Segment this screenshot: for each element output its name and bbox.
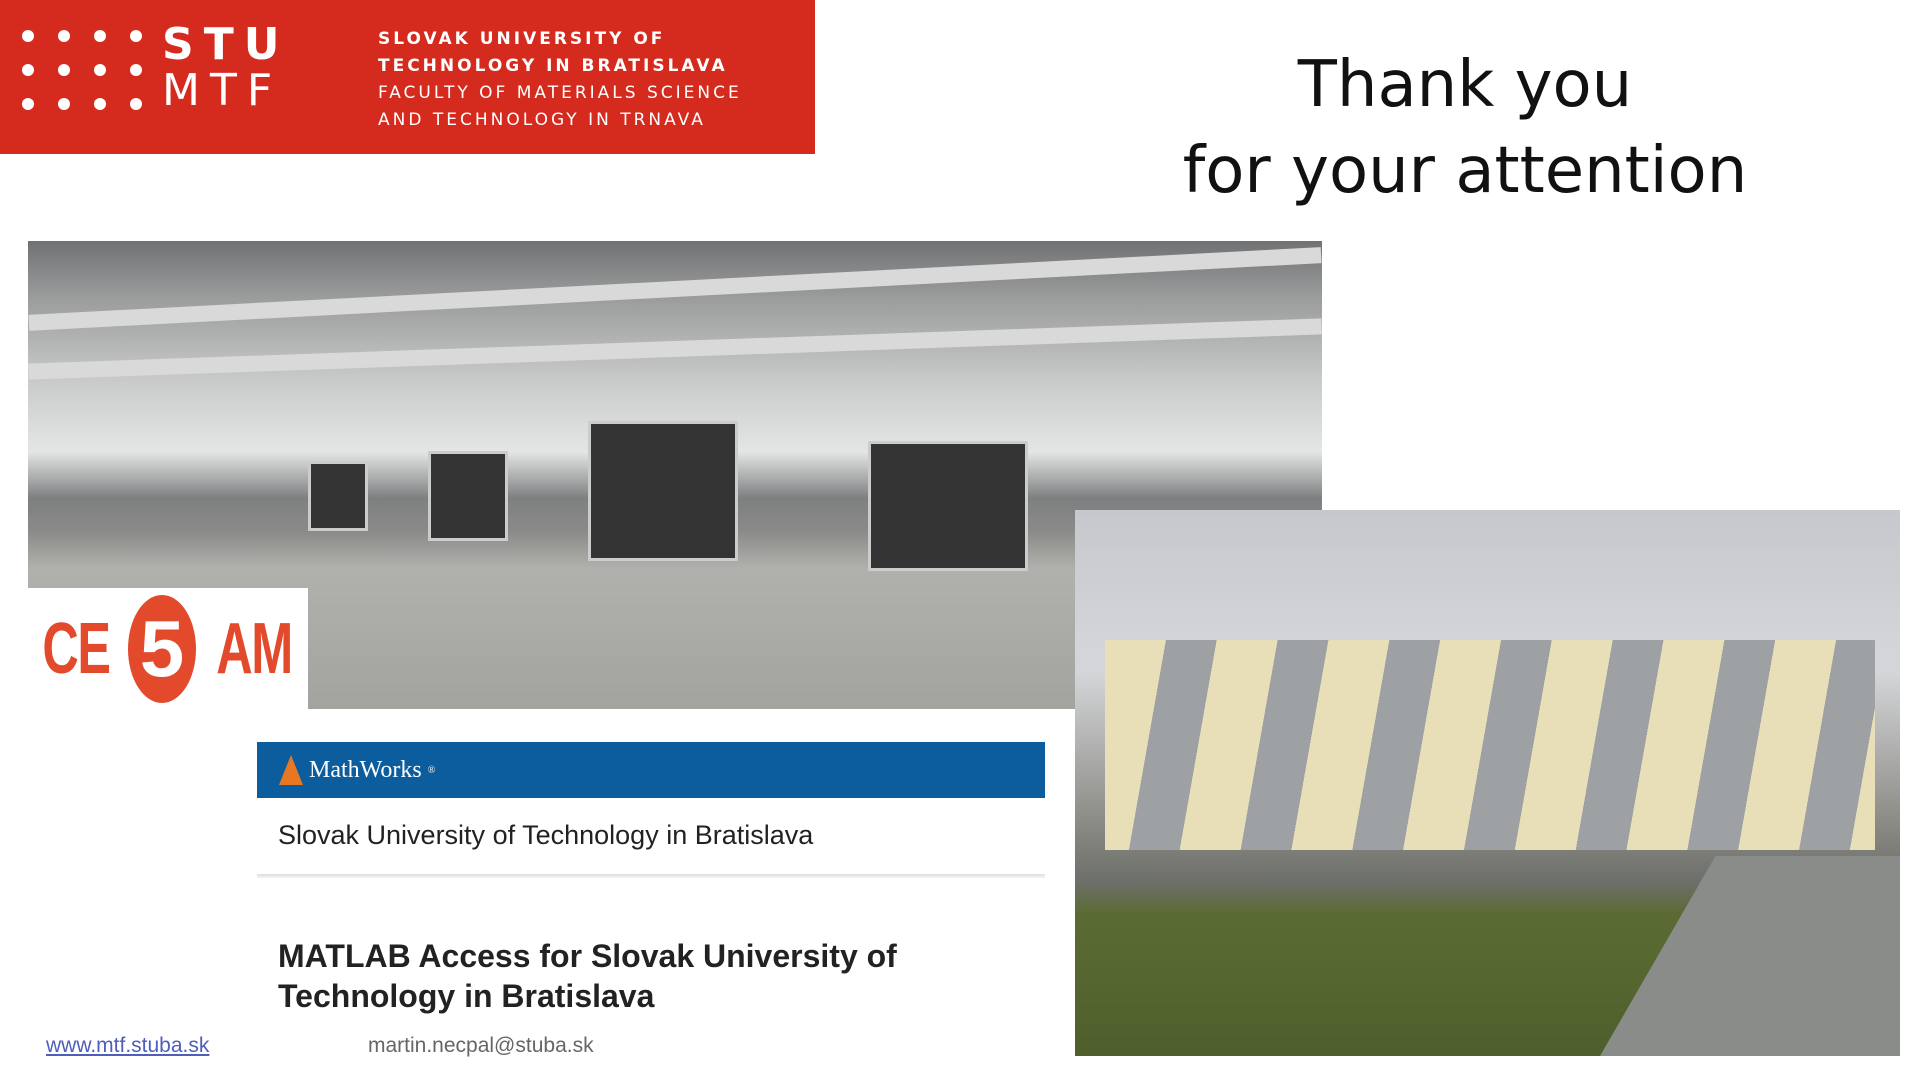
slide-title: Thank you for your attention xyxy=(1140,42,1790,214)
stu-dots-logo xyxy=(22,30,142,110)
university-line-1: SLOVAK UNIVERSITY OF xyxy=(378,29,666,49)
mathworks-header: MathWorks ® xyxy=(257,742,1045,798)
contact-email: martin.necpal@stuba.sk xyxy=(368,1034,594,1057)
ce5am-digit: 5 xyxy=(128,594,197,703)
ce5am-right: AM xyxy=(216,608,293,689)
logo-mtf: MTF xyxy=(162,65,283,116)
mathworks-card: MathWorks ® Slovak University of Technolo… xyxy=(257,742,1045,1072)
title-line-1: Thank you xyxy=(1297,48,1633,122)
mathworks-organization: Slovak University of Technology in Brati… xyxy=(278,820,814,850)
mathworks-brand: MathWorks xyxy=(309,756,422,783)
title-line-2: for your attention xyxy=(1182,134,1748,208)
website-link[interactable]: www.mtf.stuba.sk xyxy=(46,1034,209,1058)
ce5am-logo: CE 5 AM xyxy=(28,588,308,709)
university-line-2: TECHNOLOGY IN BRATISLAVA xyxy=(378,56,728,76)
stu-mtf-banner: STU MTF SLOVAK UNIVERSITY OF TECHNOLOGY … xyxy=(0,0,815,154)
mathworks-heading: MATLAB Access for Slovak University of T… xyxy=(278,938,897,1014)
university-name: SLOVAK UNIVERSITY OF TECHNOLOGY IN BRATI… xyxy=(378,26,742,134)
faculty-line-2: AND TECHNOLOGY IN TRNAVA xyxy=(378,110,706,130)
ce5am-left: CE xyxy=(42,608,111,689)
matlab-membrane-icon xyxy=(279,755,303,785)
logo-stu: STU xyxy=(162,19,290,70)
registered-mark: ® xyxy=(427,764,436,776)
faculty-building-photo xyxy=(1075,510,1900,1056)
faculty-line-1: FACULTY OF MATERIALS SCIENCE xyxy=(378,83,742,103)
